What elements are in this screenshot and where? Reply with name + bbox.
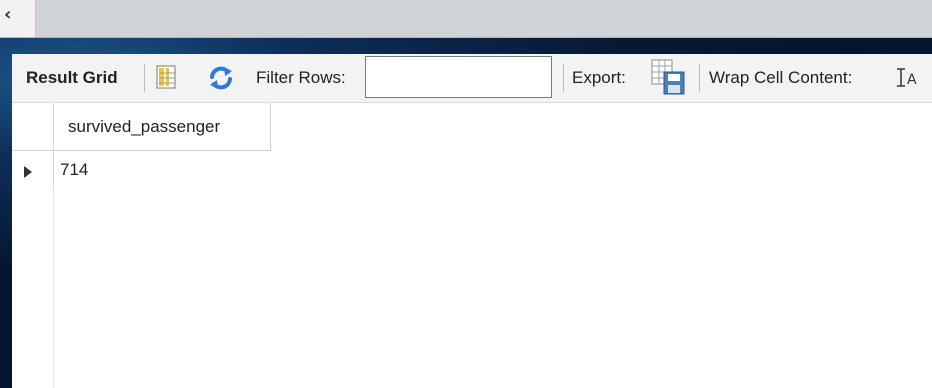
result-grid: survived_passenger 714 [12,103,932,388]
result-grid-tab[interactable]: Result Grid [26,54,118,102]
row-selector[interactable] [12,151,54,189]
filter-rows-input[interactable] [365,56,552,98]
result-toolbar: Result Grid Filter Rows: Export: Wrap Ce… [12,54,932,103]
export-label: Export: [572,68,626,87]
result-panel: Result Grid Filter Rows: Export: Wrap Ce… [12,54,932,388]
horizontal-scrollbar[interactable]: ‹ [0,0,932,38]
svg-text:A: A [907,72,917,88]
row-pointer-icon [23,164,33,183]
table-cell[interactable]: 714 [54,151,271,189]
toolbar-separator [699,64,700,92]
filter-rows-label: Filter Rows: [256,68,346,87]
scroll-left-button[interactable]: ‹ [0,0,36,37]
export-save-icon[interactable] [650,58,686,100]
toolbar-separator [144,64,145,92]
toolbar-separator [563,64,564,92]
refresh-arrows-icon[interactable] [206,63,236,97]
wrap-text-icon[interactable]: A [896,67,922,93]
row-header-divider [53,189,54,388]
wrap-cell-content-label: Wrap Cell Content: [709,68,853,87]
chevron-left-icon: ‹ [4,4,12,25]
grid-corner-cell[interactable] [12,103,54,151]
column-header-survived-passenger[interactable]: survived_passenger [54,103,271,151]
grid-columns-icon[interactable] [154,64,180,94]
